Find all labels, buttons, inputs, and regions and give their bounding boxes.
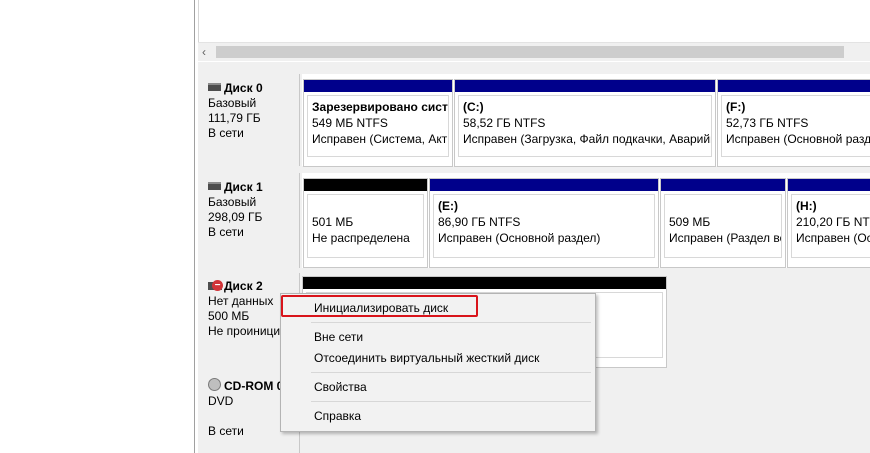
partition-status: Исправен (Система, Активный, Основной ра… — [312, 132, 448, 146]
partition-bar — [303, 277, 666, 289]
menu-item-offline[interactable]: Вне сети — [281, 326, 593, 348]
partition-title: Зарезервировано системой — [312, 100, 448, 114]
partition-bar — [788, 179, 870, 191]
horizontal-scrollbar[interactable]: ‹ — [198, 42, 870, 61]
disk-1-label[interactable]: Диск 1 Базовый 298,09 ГБ В сети — [200, 173, 300, 268]
scrollbar-thumb[interactable] — [216, 46, 844, 58]
partition-size: 86,90 ГБ NTFS — [438, 215, 521, 229]
partition-status: Исправен (Загрузка, Файл подкачки, Авари… — [463, 132, 711, 146]
partition-unallocated[interactable]: 501 МБ Не распределена — [303, 178, 428, 268]
virtual-disk-icon: − — [208, 280, 223, 291]
disk-type: Базовый — [208, 195, 257, 209]
partition-e[interactable]: (E:) 86,90 ГБ NTFS Исправен (Основной ра… — [429, 178, 659, 268]
partition-c[interactable]: (C:) 58,52 ГБ NTFS Исправен (Загрузка, Ф… — [454, 79, 716, 167]
volume-list-pane — [198, 0, 870, 42]
partition-recovery[interactable]: 509 МБ Исправен (Раздел восстановления) — [660, 178, 786, 268]
menu-separator — [311, 372, 591, 373]
left-pane — [0, 0, 194, 453]
disk-status: В сети — [208, 225, 244, 239]
disk-size: 298,09 ГБ — [208, 210, 263, 224]
partition-title: (C:) — [463, 100, 484, 114]
disk-status: В сети — [208, 126, 244, 140]
partition-status: Исправен (Основной раздел) — [726, 132, 870, 146]
partition-size: 58,52 ГБ NTFS — [463, 116, 546, 130]
menu-separator — [311, 322, 591, 323]
disk-name: CD-ROM 0 — [224, 379, 284, 393]
disk-name: Диск 1 — [224, 180, 263, 194]
partition-title: (H:) — [796, 199, 817, 213]
pane-divider — [194, 0, 195, 453]
partition-h[interactable]: (H:) 210,20 ГБ NTFS Исправен (Основной р… — [787, 178, 870, 268]
disk-0-label[interactable]: Диск 0 Базовый 111,79 ГБ В сети — [200, 74, 300, 166]
partition-bar — [718, 80, 870, 92]
partition-bar — [304, 80, 452, 92]
hard-disk-icon — [208, 83, 221, 91]
disk-size: 111,79 ГБ — [208, 111, 261, 125]
menu-item-detach-vhd[interactable]: Отсоединить виртуальный жесткий диск — [281, 347, 593, 369]
partition-status: Исправен (Основной раздел) — [438, 231, 601, 245]
menu-separator — [311, 401, 591, 402]
scroll-left-icon[interactable]: ‹ — [202, 45, 206, 59]
partition-system-reserved[interactable]: Зарезервировано системой 549 МБ NTFS Исп… — [303, 79, 453, 167]
hard-disk-icon — [208, 182, 221, 190]
partition-size: 509 МБ — [669, 215, 711, 229]
partition-bar — [455, 80, 715, 92]
warning-icon: − — [212, 280, 223, 291]
partition-size: 549 МБ NTFS — [312, 116, 388, 130]
partition-title: (E:) — [438, 199, 458, 213]
partition-status: Не распределена — [312, 231, 410, 245]
partition-title: (F:) — [726, 100, 746, 114]
disk-name: Диск 2 — [224, 279, 263, 293]
menu-item-properties[interactable]: Свойства — [281, 376, 593, 398]
partition-f[interactable]: (F:) 52,73 ГБ NTFS Исправен (Основной ра… — [717, 79, 870, 167]
partition-size: 52,73 ГБ NTFS — [726, 116, 809, 130]
partition-bar — [304, 179, 427, 191]
cd-rom-icon — [208, 378, 221, 391]
partition-size: 501 МБ — [312, 215, 354, 229]
partition-bar — [661, 179, 785, 191]
disk-name: Диск 0 — [224, 81, 263, 95]
menu-item-help[interactable]: Справка — [281, 405, 593, 427]
partition-size: 210,20 ГБ NTFS — [796, 215, 870, 229]
partition-bar — [430, 179, 658, 191]
disk-type: Базовый — [208, 96, 257, 110]
highlight-box — [281, 295, 478, 317]
partition-status: Исправен (Раздел восстановления) — [669, 231, 781, 245]
partition-status: Исправен (Основной раздел) — [796, 231, 870, 245]
